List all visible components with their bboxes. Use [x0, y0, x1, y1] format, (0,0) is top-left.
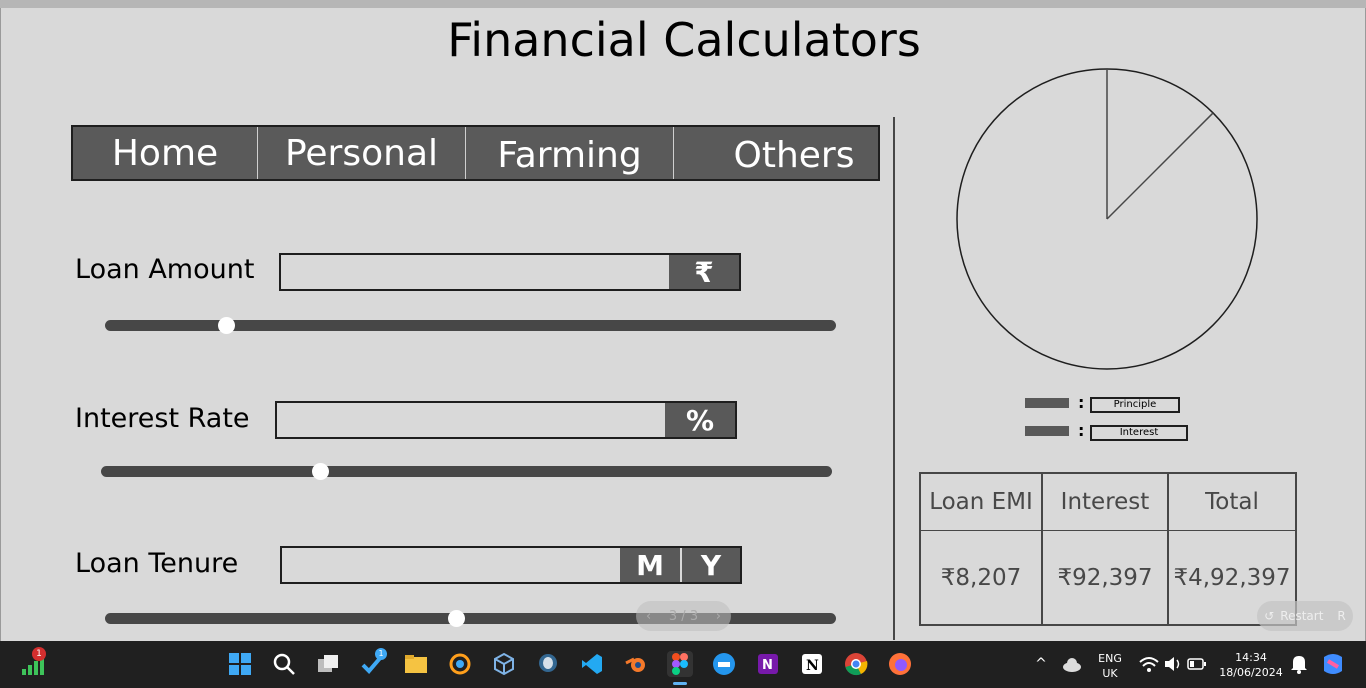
vertical-divider	[893, 117, 895, 640]
loan-amount-label: Loan Amount	[75, 254, 255, 285]
interest-legend-swatch	[1025, 426, 1069, 436]
svg-text:N: N	[762, 658, 773, 673]
restart-icon: ↺	[1264, 609, 1275, 623]
docker-icon[interactable]	[711, 651, 737, 677]
interest-rate-label: Interest Rate	[75, 403, 250, 434]
copilot-icon[interactable]	[1320, 651, 1346, 677]
restart-shortcut: R	[1337, 609, 1346, 623]
postgresql-icon[interactable]	[535, 651, 561, 677]
tab-others[interactable]: Others	[674, 127, 878, 179]
window-top-strip	[0, 0, 1366, 8]
region-code: UK	[1102, 667, 1118, 680]
vscode-icon[interactable]	[579, 651, 605, 677]
active-app-indicator	[673, 682, 687, 685]
signal-widget-icon[interactable]: 1	[20, 647, 46, 677]
photo-app-icon[interactable]	[447, 651, 473, 677]
principle-legend-label: Principle	[1090, 397, 1180, 413]
value-loan-emi: ₹8,207	[921, 531, 1043, 624]
loan-amount-slider-handle[interactable]	[217, 317, 235, 334]
blender-icon[interactable]	[623, 651, 649, 677]
clock-time: 14:34	[1235, 651, 1267, 664]
tab-home[interactable]: Home	[73, 127, 258, 179]
interest-rate-slider[interactable]	[101, 463, 832, 480]
next-slide-icon[interactable]: ›	[716, 609, 721, 624]
prototype-frame: Financial Calculators Home Personal Farm…	[0, 8, 1366, 641]
onedrive-icon[interactable]	[1059, 651, 1085, 677]
language-code: ENG	[1098, 652, 1122, 665]
restart-label: Restart	[1280, 609, 1324, 623]
value-interest: ₹92,397	[1043, 531, 1169, 624]
legend-separator: :	[1078, 393, 1085, 412]
interest-rate-input[interactable]: %	[275, 401, 737, 439]
page-title: Financial Calculators	[447, 13, 921, 67]
pie-divider-interest	[1106, 112, 1214, 220]
principle-legend-swatch	[1025, 398, 1069, 408]
loan-tenure-input[interactable]: M Y	[280, 546, 742, 584]
header-loan-emi: Loan EMI	[921, 474, 1043, 531]
header-total: Total	[1169, 474, 1295, 531]
chrome-icon[interactable]	[843, 651, 869, 677]
clock[interactable]: 14:34 18/06/2024	[1218, 650, 1284, 680]
loan-tenure-slider-handle[interactable]	[447, 610, 465, 627]
rupee-unit-label: ₹	[669, 255, 739, 289]
tasks-app-icon[interactable]: 1	[359, 648, 387, 677]
show-hidden-icons-chevron-icon[interactable]: ^	[1028, 651, 1054, 677]
slide-counter: 3 / 3	[668, 608, 699, 624]
notifications-bell-icon[interactable]	[1286, 651, 1312, 677]
interest-legend-label: Interest	[1090, 425, 1188, 441]
loan-amount-slider[interactable]	[105, 317, 836, 334]
prev-slide-icon[interactable]: ‹	[646, 609, 651, 624]
start-icon[interactable]	[227, 651, 253, 677]
percent-unit-label: %	[665, 403, 735, 437]
years-unit-button[interactable]: Y	[682, 548, 740, 582]
firefox-icon[interactable]	[887, 651, 913, 677]
interest-rate-slider-handle[interactable]	[312, 463, 330, 480]
volume-icon[interactable]	[1160, 651, 1186, 677]
tab-personal[interactable]: Personal	[258, 127, 466, 179]
battery-icon[interactable]	[1184, 651, 1210, 677]
clock-date: 18/06/2024	[1219, 666, 1283, 679]
wifi-icon[interactable]	[1136, 651, 1162, 677]
language-indicator[interactable]: ENG UK	[1094, 651, 1126, 681]
emi-pie-chart	[956, 68, 1258, 370]
app-badge: 1	[375, 648, 387, 660]
loan-tenure-label: Loan Tenure	[75, 548, 239, 579]
slide-pager: ‹ 3 / 3 ›	[636, 601, 731, 631]
notification-count-badge: 1	[32, 647, 46, 661]
virtualbox-icon[interactable]	[491, 651, 517, 677]
loan-amount-input[interactable]: ₹	[279, 253, 741, 291]
header-interest: Interest	[1043, 474, 1169, 531]
taskbar: 1 1 N N ^ ENG UK 14:34 18/06/2024	[0, 641, 1366, 688]
notion-icon[interactable]: N	[799, 651, 825, 677]
search-icon[interactable]	[271, 651, 297, 677]
tab-farming[interactable]: Farming	[466, 127, 674, 179]
onenote-icon[interactable]: N	[755, 651, 781, 677]
months-unit-button[interactable]: M	[620, 548, 681, 582]
task-view-icon[interactable]	[315, 651, 341, 677]
legend-separator: :	[1078, 421, 1085, 440]
category-tabs: Home Personal Farming Others	[71, 125, 880, 181]
file-explorer-icon[interactable]	[403, 651, 429, 677]
restart-button[interactable]: ↺ Restart R	[1257, 601, 1353, 631]
figma-icon[interactable]	[667, 651, 693, 685]
svg-text:N: N	[806, 658, 819, 674]
results-table: Loan EMI Interest Total ₹8,207 ₹92,397 ₹…	[919, 472, 1297, 626]
